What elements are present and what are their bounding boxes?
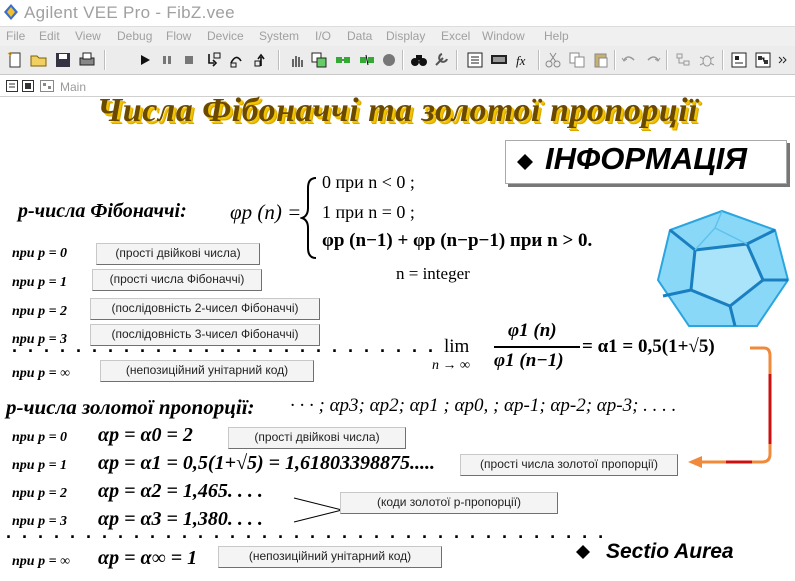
toolbar: fx xyxy=(0,46,795,75)
p-label-1: при p = 1 xyxy=(12,275,68,290)
non-positional-unitary-button-bottom[interactable]: (непозиційний унітарний код) xyxy=(218,546,442,568)
golden-p-label-2: при p = 2 xyxy=(12,486,68,501)
diamond-bullet-icon-small xyxy=(576,545,590,559)
p-label-0: при p = 0 xyxy=(12,246,68,261)
step-over-icon[interactable] xyxy=(228,51,246,69)
wrench-icon[interactable] xyxy=(432,51,450,69)
dotted-separator-top: . . . . . . . . . . . . . . . . . . . . … xyxy=(12,336,437,356)
simple-fibonacci-button[interactable]: (прості числа Фібоначчі) xyxy=(92,269,262,291)
brace-icon xyxy=(300,177,317,259)
paste-icon[interactable] xyxy=(592,51,610,69)
menu-bar: File Edit View Debug Flow Device System … xyxy=(0,27,795,46)
redo-icon[interactable] xyxy=(644,51,662,69)
connector-arrow xyxy=(688,346,772,468)
pause-icon[interactable] xyxy=(158,51,176,69)
step-out-icon[interactable] xyxy=(252,51,270,69)
print-icon[interactable] xyxy=(78,51,96,69)
menu-display[interactable]: Display xyxy=(386,29,425,43)
stop-icon[interactable] xyxy=(180,51,198,69)
open-folder-icon[interactable] xyxy=(30,51,48,69)
detail-view-icon[interactable] xyxy=(754,51,772,69)
golden-p-label-inf: при p = ∞ xyxy=(12,554,71,569)
connect-icon[interactable] xyxy=(334,51,352,69)
fib-n-integer: n = integer xyxy=(396,264,470,283)
new-file-icon[interactable] xyxy=(6,51,24,69)
dotted-separator-bottom: . . . . . . . . . . . . . . . . . . . . … xyxy=(6,522,607,542)
golden-p-label-0: при p = 0 xyxy=(12,430,68,445)
dodecahedron-icon xyxy=(656,209,790,327)
fib-phi-p-n: φp (n) = xyxy=(230,200,302,224)
page-heading: Числа Фібоначчі та золотої пропорції xyxy=(96,92,699,129)
menu-flow[interactable]: Flow xyxy=(166,29,191,43)
step-into-icon[interactable] xyxy=(204,51,222,69)
p-label-inf: при p = ∞ xyxy=(12,366,71,381)
fib-case-2: 1 при n = 0 ; xyxy=(322,202,415,222)
function-fx-icon[interactable]: fx xyxy=(514,51,532,69)
golden-formula-0: αp = α0 = 2 xyxy=(98,424,193,446)
limit-lim: lim xyxy=(444,336,470,357)
menu-data[interactable]: Data xyxy=(347,29,372,43)
golden-p-label-1: при p = 1 xyxy=(12,458,68,473)
clone-icon[interactable] xyxy=(310,51,328,69)
menu-file[interactable]: File xyxy=(6,29,25,43)
minimize-panel-icon[interactable] xyxy=(6,80,18,92)
bug-icon[interactable] xyxy=(698,51,716,69)
limit-numerator: φ1 (n) xyxy=(508,320,557,341)
sectio-aurea-label[interactable]: Sectio Aurea xyxy=(606,540,734,564)
svg-text:fx: fx xyxy=(516,53,526,68)
record-icon[interactable] xyxy=(380,51,398,69)
fib-2-sequence-button[interactable]: (послідовність 2-чисел Фібоначчі) xyxy=(90,298,320,320)
properties-icon[interactable] xyxy=(466,51,484,69)
menu-io[interactable]: I/O xyxy=(315,29,331,43)
diamond-bullet-icon xyxy=(517,154,533,170)
tree-icon[interactable] xyxy=(674,51,692,69)
fraction-bar xyxy=(494,346,580,348)
golden-simple-button[interactable]: (прості числа золотої пропорції) xyxy=(460,454,678,476)
golden-codes-button[interactable]: (коди золотої р-пропорції) xyxy=(340,492,558,514)
menu-debug[interactable]: Debug xyxy=(117,29,152,43)
golden-formula-2: αp = α2 = 1,465. . . . xyxy=(98,480,263,502)
menu-system[interactable]: System xyxy=(259,29,299,43)
save-icon[interactable] xyxy=(54,51,72,69)
fib-label: p-числа Фібоначчі: xyxy=(18,200,187,222)
non-positional-unitary-button-top[interactable]: (непозиційний унітарний код) xyxy=(100,360,314,382)
display-icon[interactable] xyxy=(490,51,508,69)
golden-label: p-числа золотої пропорції: xyxy=(6,395,255,419)
menu-view[interactable]: View xyxy=(75,29,101,43)
copy-icon[interactable] xyxy=(568,51,586,69)
hand-pan-icon[interactable] xyxy=(288,51,306,69)
menu-window[interactable]: Window xyxy=(482,29,525,43)
find-binoculars-icon[interactable] xyxy=(410,51,428,69)
limit-sub: n → ∞ xyxy=(432,358,470,373)
panel-view-icon[interactable] xyxy=(730,51,748,69)
info-button-label: ІНФОРМАЦІЯ xyxy=(545,141,748,176)
detail-toggle-icon[interactable] xyxy=(40,80,54,92)
golden-binary-button[interactable]: (прості двійкові числа) xyxy=(228,427,406,449)
agilent-logo-icon xyxy=(4,4,18,20)
panel-view-toggle-icon[interactable] xyxy=(22,80,34,92)
p-label-2: при p = 2 xyxy=(12,304,68,319)
simple-binary-button[interactable]: (прості двійкові числа) xyxy=(96,243,260,265)
menu-excel[interactable]: Excel xyxy=(441,29,470,43)
golden-formula-1: αp = α1 = 0,5(1+√5) = 1,61803398875..... xyxy=(98,452,436,474)
window-title: Agilent VEE Pro - FibZ.vee xyxy=(24,3,235,22)
golden-sequence: · · · ; αp3; αp2; αp1 ; αp0, ; αp-1; αp-… xyxy=(290,395,677,416)
golden-formula-inf: αp = α∞ = 1 xyxy=(98,547,198,569)
disconnect-icon[interactable] xyxy=(358,51,376,69)
menu-edit[interactable]: Edit xyxy=(39,29,60,43)
menu-help[interactable]: Help xyxy=(544,29,569,43)
limit-denominator: φ1 (n−1) xyxy=(494,350,564,371)
undo-icon[interactable] xyxy=(620,51,638,69)
cut-icon[interactable] xyxy=(544,51,562,69)
run-icon[interactable] xyxy=(136,51,154,69)
fib-case-3: φp (n−1) + φp (n−p−1) при n > 0. xyxy=(322,230,593,251)
menu-device[interactable]: Device xyxy=(207,29,244,43)
overflow-icon[interactable] xyxy=(776,51,794,69)
fib-case-1: 0 при n < 0 ; xyxy=(322,172,415,192)
